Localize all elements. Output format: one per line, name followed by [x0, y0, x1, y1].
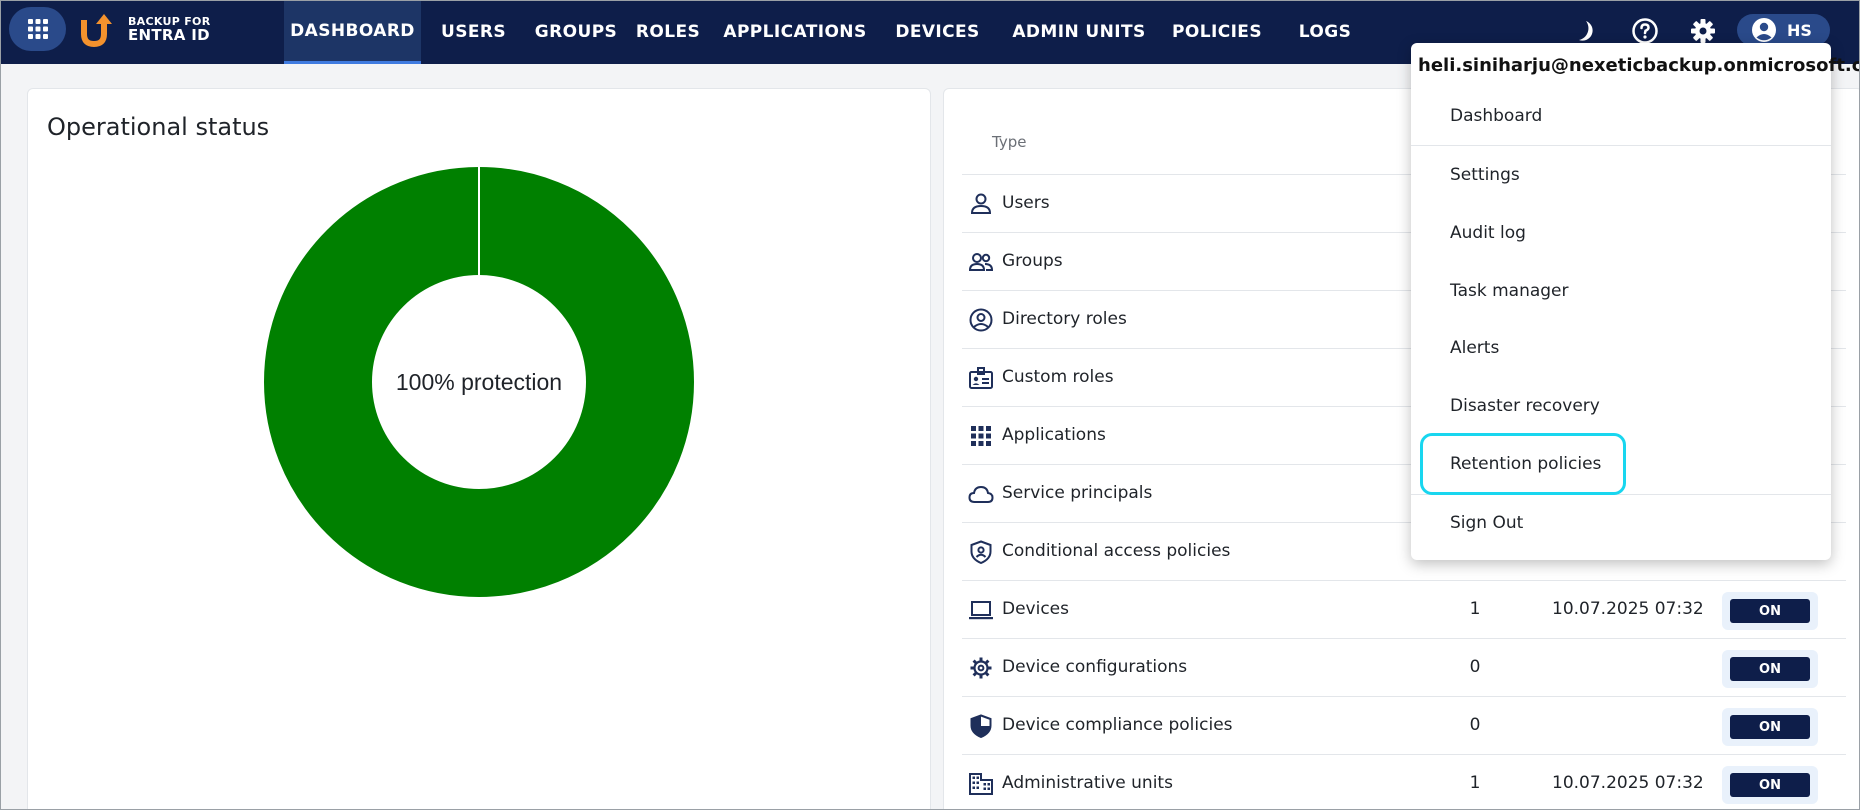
nav-applications[interactable]: APPLICATIONS	[710, 0, 880, 64]
app-launcher-button[interactable]	[9, 7, 66, 51]
table-row[interactable]: Device compliance policies 0 ON	[962, 696, 1846, 754]
user-initials: HS	[1787, 20, 1812, 40]
shield-lock-icon	[970, 540, 992, 564]
row-name: Service principals	[1002, 483, 1153, 503]
menu-item-audit-log[interactable]: Audit log	[1411, 204, 1831, 262]
row-last-backup: 10.07.2025 07:32	[1552, 599, 1704, 619]
row-count: 0	[1469, 715, 1481, 735]
row-name: Conditional access policies	[1002, 541, 1231, 561]
menu-item-sign-out[interactable]: Sign Out	[1411, 494, 1831, 552]
row-count: 0	[1469, 657, 1481, 677]
protection-donut-chart: 100% protection	[264, 167, 694, 597]
table-row[interactable]: Device configurations 0 ON	[962, 638, 1846, 696]
nav-logs[interactable]: LOGS	[1271, 0, 1379, 64]
row-name: Groups	[1002, 251, 1063, 271]
row-name: Device compliance policies	[1002, 715, 1233, 735]
logo-arrow-icon	[81, 14, 112, 48]
row-name: Directory roles	[1002, 309, 1127, 329]
cloud-icon	[968, 485, 994, 503]
row-name: Custom roles	[1002, 367, 1114, 387]
table-row[interactable]: Administrative units 1 10.07.2025 07:32 …	[962, 754, 1846, 810]
row-last-backup: 10.07.2025 07:32	[1552, 773, 1704, 793]
moon-icon[interactable]	[1570, 16, 1600, 46]
user-email: heli.siniharju@nexeticbackup.onmicrosoft…	[1418, 55, 1860, 76]
laptop-icon	[969, 601, 993, 620]
nav-groups[interactable]: GROUPS	[526, 0, 626, 64]
apps-grid-icon	[27, 19, 48, 39]
operational-status-card: Operational status 100% protection	[27, 88, 931, 810]
column-header-type: Type	[992, 133, 1027, 151]
groups-icon	[968, 253, 994, 271]
menu-item-task-manager[interactable]: Task manager	[1411, 262, 1831, 320]
table-row[interactable]: Devices 1 10.07.2025 07:32 ON	[962, 580, 1846, 638]
row-name: Administrative units	[1002, 773, 1173, 793]
backup-toggle-administrative-units[interactable]: ON	[1730, 773, 1810, 797]
nav-admin-units[interactable]: ADMIN UNITS	[995, 0, 1163, 64]
nav-users[interactable]: USERS	[421, 0, 526, 64]
menu-item-disaster-recovery[interactable]: Disaster recovery	[1411, 377, 1831, 435]
gear-icon[interactable]	[1688, 16, 1718, 46]
gear-icon	[970, 657, 992, 679]
user-dropdown-menu: heli.siniharju@nexeticbackup.onmicrosoft…	[1411, 43, 1860, 560]
menu-item-retention-policies[interactable]: Retention policies	[1411, 435, 1831, 493]
apps-grid-icon	[971, 426, 991, 446]
backup-toggle-device-compliance[interactable]: ON	[1730, 715, 1810, 739]
product-logo[interactable]: BACKUP FOR ENTRA ID	[78, 12, 210, 48]
badge-icon	[969, 367, 993, 389]
backup-toggle-devices[interactable]: ON	[1730, 599, 1810, 623]
account-circle-icon	[969, 308, 993, 332]
nav-dashboard[interactable]: DASHBOARD	[284, 0, 421, 64]
shield-half-icon	[970, 714, 992, 738]
menu-item-alerts[interactable]: Alerts	[1411, 319, 1831, 377]
nav-policies[interactable]: POLICIES	[1163, 0, 1271, 64]
row-name: Device configurations	[1002, 657, 1188, 677]
user-menu-button[interactable]: HS	[1737, 14, 1830, 46]
donut-label: 100% protection	[395, 368, 563, 395]
help-icon[interactable]	[1630, 16, 1660, 46]
main-nav: DASHBOARD USERS GROUPS ROLES APPLICATION…	[284, 0, 1379, 64]
account-circle-icon	[1752, 18, 1776, 42]
row-name: Devices	[1002, 599, 1069, 619]
card-title: Operational status	[47, 113, 270, 141]
backup-toggle-device-configurations[interactable]: ON	[1730, 657, 1810, 681]
user-icon	[970, 193, 992, 214]
row-name: Users	[1002, 193, 1050, 213]
menu-item-settings[interactable]: Settings	[1411, 146, 1831, 204]
row-name: Applications	[1002, 425, 1106, 445]
menu-item-dashboard[interactable]: Dashboard	[1411, 87, 1831, 145]
nav-devices[interactable]: DEVICES	[880, 0, 995, 64]
row-count: 1	[1469, 599, 1481, 619]
logo-line-2: ENTRA ID	[128, 25, 210, 44]
building-icon	[969, 773, 993, 795]
nav-roles[interactable]: ROLES	[626, 0, 710, 64]
row-count: 1	[1469, 773, 1481, 793]
